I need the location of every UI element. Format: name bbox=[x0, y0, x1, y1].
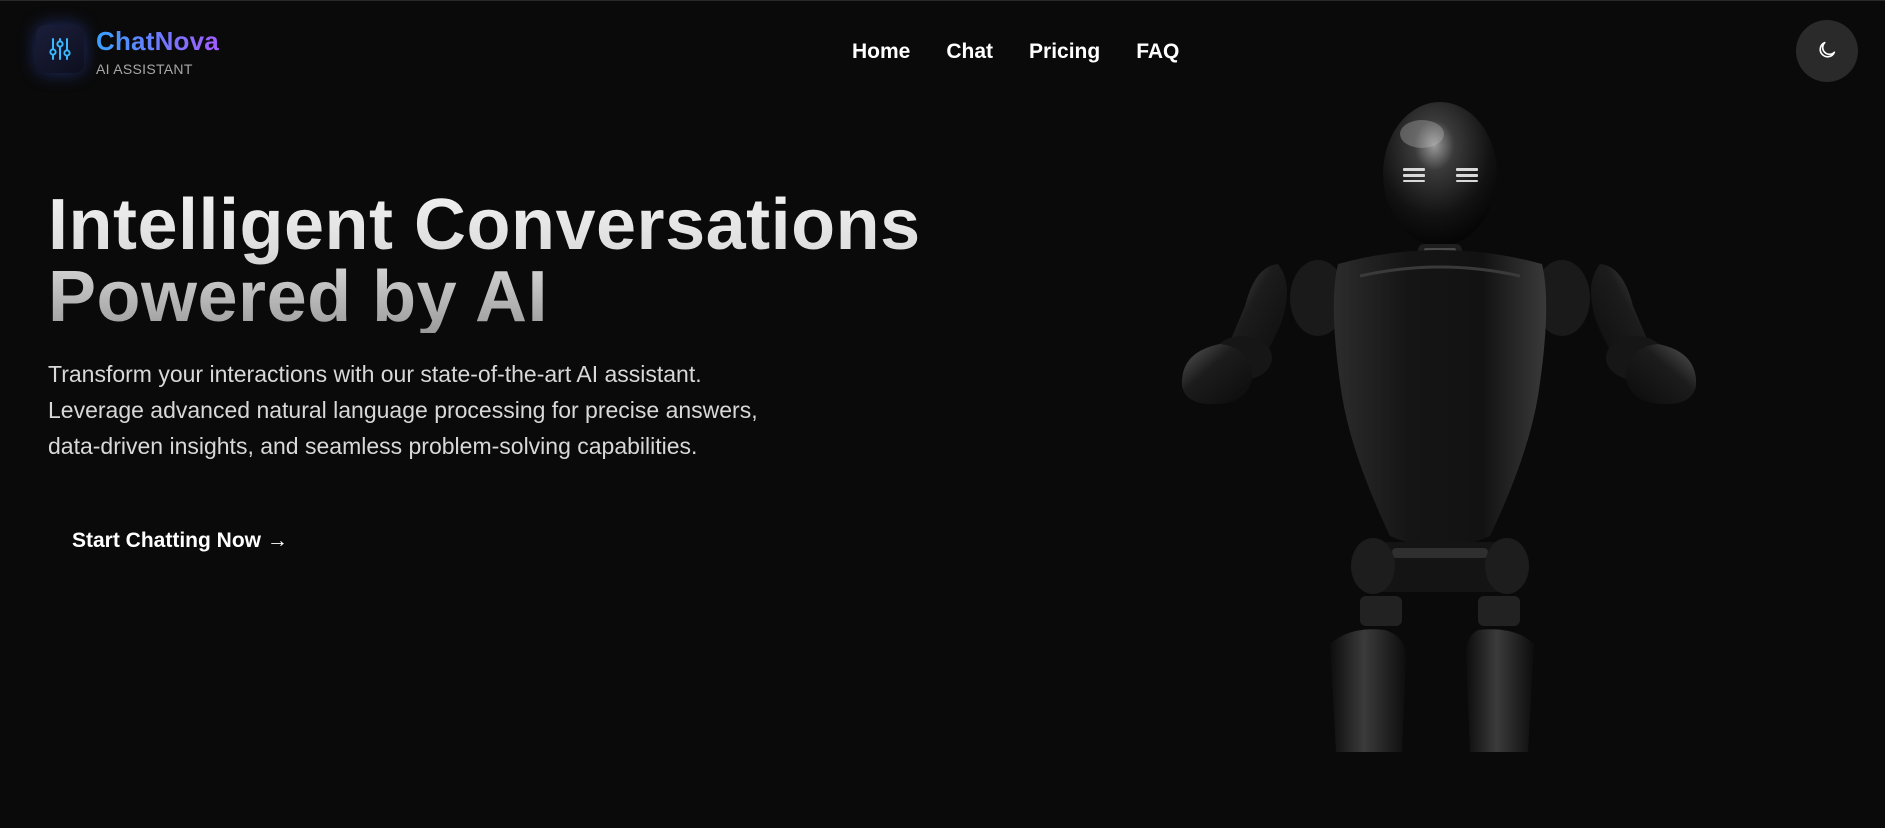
hero-description: Transform your interactions with our sta… bbox=[48, 356, 808, 464]
brand-logo[interactable]: ChatNova AI ASSISTANT bbox=[36, 25, 219, 77]
nav-faq[interactable]: FAQ bbox=[1136, 39, 1179, 65]
hero-title-line-1: Intelligent Conversations bbox=[48, 185, 921, 265]
hero-title: Intelligent Conversations Powered by AI bbox=[48, 189, 921, 333]
nav-chat[interactable]: Chat bbox=[946, 39, 993, 65]
hero-title-line-2: Powered by AI bbox=[48, 257, 548, 337]
theme-toggle-button[interactable] bbox=[1796, 20, 1858, 82]
nav-pricing[interactable]: Pricing bbox=[1029, 39, 1100, 65]
main-nav: Home Chat Pricing FAQ bbox=[852, 39, 1179, 65]
landing-page: ChatNova AI ASSISTANT Home Chat Pricing … bbox=[0, 0, 1885, 828]
start-chatting-button[interactable]: Start Chatting Now → bbox=[48, 523, 312, 559]
moon-icon bbox=[1816, 39, 1838, 64]
hero-description-line-3: data-driven insights, and seamless probl… bbox=[48, 433, 698, 459]
hero-description-line-2: Leverage advanced natural language proce… bbox=[48, 397, 758, 423]
robot-illustration bbox=[1160, 96, 1720, 752]
brand-name: ChatNova bbox=[96, 26, 219, 56]
brand-text: ChatNova AI ASSISTANT bbox=[96, 25, 219, 77]
top-header: ChatNova AI ASSISTANT Home Chat Pricing … bbox=[0, 1, 1885, 101]
hero-description-line-1: Transform your interactions with our sta… bbox=[48, 361, 702, 387]
nav-home[interactable]: Home bbox=[852, 39, 910, 65]
sliders-icon bbox=[36, 25, 84, 73]
brand-subtitle: AI ASSISTANT bbox=[96, 61, 193, 77]
